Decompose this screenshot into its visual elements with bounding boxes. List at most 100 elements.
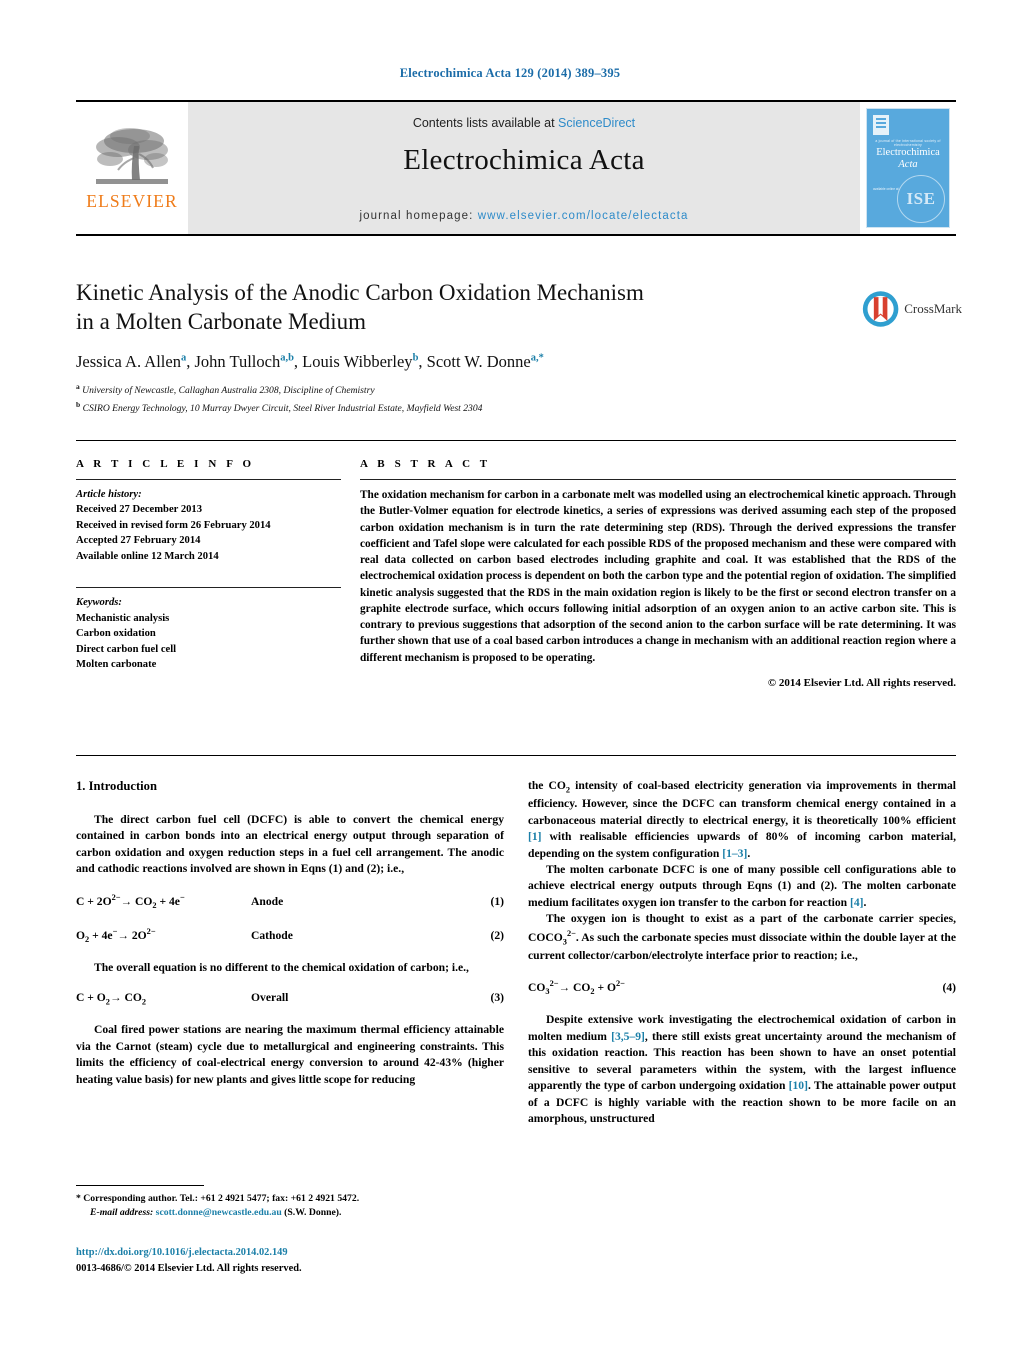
article-title-block: Kinetic Analysis of the Anodic Carbon Ox… — [76, 278, 866, 417]
affiliations: a University of Newcastle, Callaghan Aus… — [76, 381, 866, 416]
author-list: Jessica A. Allena, John Tullocha,b, Loui… — [76, 352, 544, 372]
article-info-rule — [76, 479, 341, 480]
citation-link[interactable]: [10] — [789, 1079, 808, 1092]
affiliation-a-text: University of Newcastle, Callaghan Austr… — [82, 385, 375, 397]
abstract-heading: A B S T R A C T — [360, 458, 491, 470]
journal-article-page: Electrochimica Acta 129 (2014) 389–395 E… — [0, 0, 1020, 1351]
sciencedirect-link[interactable]: ScienceDirect — [558, 116, 635, 130]
keyword-item: Mechanistic analysis — [76, 612, 170, 624]
history-item: Available online 12 March 2014 — [76, 550, 219, 562]
ise-society-logo-icon: ISE — [897, 175, 945, 223]
paragraph: The molten carbonate DCFC is one of many… — [528, 862, 956, 911]
equation-2-label: Cathode — [251, 928, 293, 942]
citation-link[interactable]: [3,5–9] — [611, 1030, 645, 1043]
equation-4-number: (4) — [942, 981, 956, 995]
article-title-line2: in a Molten Carbonate Medium — [76, 309, 366, 335]
carbonate-formula: CO32− — [545, 928, 576, 946]
history-item: Accepted 27 February 2014 — [76, 535, 201, 547]
elsevier-wordmark: ELSEVIER — [86, 191, 178, 211]
body-column-right: the CO2 intensity of coal-based electric… — [528, 778, 956, 1127]
email-label: E-mail address: — [90, 1207, 154, 1219]
homepage-prefix: journal homepage: — [359, 210, 478, 222]
article-info-column: A R T I C L E I N F O Article history: R… — [76, 458, 341, 673]
email-owner: (S.W. Donne). — [284, 1207, 342, 1219]
email-link[interactable]: scott.donne@newcastle.edu.au — [156, 1207, 282, 1218]
cover-tagline: a journal of the international society o… — [875, 139, 941, 147]
section-heading-introduction: 1. Introduction — [76, 779, 157, 793]
keywords-rule — [76, 587, 341, 589]
article-title-line1: Kinetic Analysis of the Anodic Carbon Ox… — [76, 280, 644, 305]
paragraph: Coal fired power stations are nearing th… — [76, 1023, 504, 1086]
journal-band: Contents lists available at ScienceDirec… — [188, 102, 860, 234]
history-item: Received 27 December 2013 — [76, 504, 203, 516]
crossmark-icon — [862, 291, 899, 327]
corresponding-author-footnote: * Corresponding author. Tel.: +61 2 4921… — [76, 1185, 504, 1220]
keyword-item: Carbon oxidation — [76, 628, 156, 640]
contents-available-line: Contents lists available at ScienceDirec… — [188, 116, 860, 130]
citation-link[interactable]: [1–3] — [722, 847, 747, 860]
cover-title-line1: Electrochimica — [876, 147, 940, 158]
page-title: Kinetic Analysis of the Anodic Carbon Ox… — [76, 278, 866, 336]
crossmark-label: CrossMark — [904, 301, 962, 316]
affiliation-b-marker: b — [76, 399, 81, 409]
equation-1: C + 2O2−→ CO2 + 4e− Anode (1) — [76, 892, 504, 912]
keywords-block: Keywords: Mechanistic analysis Carbon ox… — [76, 595, 341, 672]
equation-4-expression: CO32−→ CO2 + O2− — [528, 979, 625, 997]
crossmark-badge[interactable]: CrossMark — [862, 283, 962, 335]
paragraph: The oxygen ion is thought to exist as a … — [528, 911, 956, 964]
elsevier-tree-icon — [96, 128, 168, 184]
affiliation-a: a University of Newcastle, Callaghan Aus… — [76, 381, 866, 399]
equation-4: CO32−→ CO2 + O2− (4) — [528, 978, 956, 998]
cover-sub-label: available online at — [873, 187, 899, 191]
paragraph-part: . — [747, 846, 751, 860]
paragraph-part: . — [863, 895, 867, 909]
keyword-item: Direct carbon fuel cell — [76, 643, 177, 655]
paragraph-part: the CO — [528, 779, 566, 792]
article-info-heading: A R T I C L E I N F O — [76, 458, 255, 470]
equation-3-expression: C + O2→ CO2 — [76, 991, 147, 1007]
equation-2: O2 + 4e−→ 2O2− Cathode (2) — [76, 926, 504, 946]
contents-prefix: Contents lists available at — [412, 116, 559, 130]
equation-1-label: Anode — [251, 894, 284, 908]
doi-link[interactable]: http://dx.doi.org/10.1016/j.electacta.20… — [76, 1245, 526, 1261]
paragraph: The overall equation is no different to … — [93, 960, 469, 974]
article-history-label: Article history: — [76, 489, 142, 500]
doi-block: http://dx.doi.org/10.1016/j.electacta.20… — [76, 1245, 526, 1276]
history-item: Received in revised form 26 February 201… — [76, 519, 271, 531]
divider-above-abstract — [76, 440, 956, 441]
keyword-item: Molten carbonate — [76, 659, 157, 671]
paragraph: Despite extensive work investigating the… — [528, 1012, 956, 1127]
journal-homepage-line: journal homepage: www.elsevier.com/locat… — [188, 210, 860, 222]
journal-masthead: ELSEVIER Contents lists available at Sci… — [76, 100, 956, 236]
cover-title-line2: Acta — [898, 158, 918, 170]
abstract-column: A B S T R A C T The oxidation mechanism … — [360, 458, 956, 689]
journal-cover-thumbnail: a journal of the international society o… — [860, 102, 956, 234]
affiliation-b: b CSIRO Energy Technology, 10 Murray Dwy… — [76, 399, 866, 417]
abstract-rule — [360, 479, 956, 480]
footnote-text: Corresponding author. Tel.: +61 2 4921 5… — [83, 1193, 360, 1204]
elsevier-logo: ELSEVIER — [76, 102, 188, 234]
affiliation-b-text: CSIRO Energy Technology, 10 Murray Dwyer… — [82, 403, 483, 415]
equation-2-number: (2) — [490, 928, 504, 942]
citation-link[interactable]: [4] — [850, 896, 864, 909]
homepage-link[interactable]: www.elsevier.com/locate/electacta — [478, 210, 689, 222]
cover-journal-title: Electrochimica Acta — [867, 147, 949, 171]
paragraph: the CO2 intensity of coal-based electric… — [528, 778, 956, 862]
paragraph: The direct carbon fuel cell (DCFC) is ab… — [76, 812, 504, 876]
paragraph-part: . As such the carbonate species must dis… — [528, 930, 956, 962]
equation-3-number: (3) — [490, 991, 504, 1005]
equation-3-label: Overall — [251, 991, 289, 1005]
body-column-left: 1. Introduction The direct carbon fuel c… — [76, 778, 504, 1088]
equation-1-expression: C + 2O2−→ CO2 + 4e− — [76, 892, 185, 910]
equation-2-expression: O2 + 4e−→ 2O2− — [76, 926, 156, 944]
journal-title: Electrochimica Acta — [403, 144, 645, 176]
citation-link[interactable]: [1] — [528, 830, 542, 843]
cover-elsevier-mark-icon — [873, 115, 889, 135]
abstract-copyright: © 2014 Elsevier Ltd. All rights reserved… — [767, 676, 956, 689]
article-history: Article history: Received 27 December 20… — [76, 487, 341, 564]
footnote-corresponding-line: * Corresponding author. Tel.: +61 2 4921… — [76, 1192, 504, 1206]
paragraph-part: intensity of coal-based electricity gene… — [528, 779, 956, 827]
affiliation-a-marker: a — [76, 382, 80, 392]
footnote-marker: * — [76, 1193, 81, 1204]
